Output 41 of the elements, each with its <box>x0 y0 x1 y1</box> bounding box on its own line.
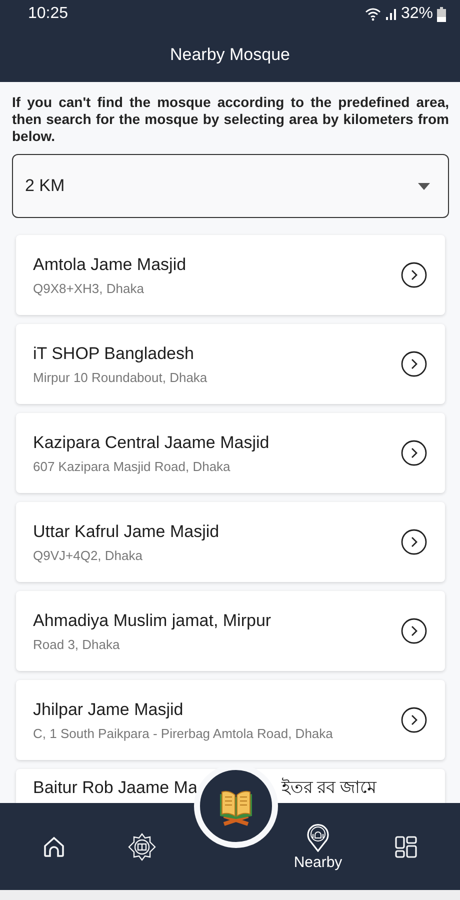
mosque-card[interactable]: iT SHOP Bangladesh Mirpur 10 Roundabout, Dhaka <box>16 324 445 404</box>
chevron-circle-icon <box>401 262 427 288</box>
signal-icon <box>384 8 397 20</box>
status-time: 10:25 <box>28 5 68 23</box>
chevron-circle-icon <box>401 529 427 555</box>
wifi-icon <box>364 8 381 20</box>
mosque-name-bengali: ইতর রব জামে <box>281 776 376 799</box>
mosque-name: Ahmadiya Muslim jamat, Mirpur <box>33 610 272 630</box>
mosque-name: Uttar Kafrul Jame Masjid <box>33 522 220 542</box>
mosque-card[interactable]: Ahmadiya Muslim jamat, Mirpur Road 3, Dhaka <box>16 591 445 671</box>
battery-icon <box>437 6 446 22</box>
mosque-pin-icon <box>306 822 330 852</box>
chevron-circle-icon <box>401 440 427 466</box>
chevron-circle-icon <box>401 618 427 644</box>
dashboard-icon <box>394 834 418 858</box>
mosque-address: Mirpur 10 Roundabout, Dhaka <box>33 370 208 384</box>
dropdown-value: 2 KM <box>25 176 65 196</box>
page-title: Nearby Mosque <box>170 45 290 65</box>
mosque-card[interactable]: Jhilpar Jame Masjid C, 1 South Paikpara - Pirerbag Amtola Road, Dhaka <box>16 680 445 760</box>
chevron-circle-icon <box>401 351 427 377</box>
instruction-text: If you can't find the mosque according to the predefined area, then search for the mosque by selecting area by kilometers from below. <box>12 94 449 145</box>
battery-percent: 32% <box>400 5 433 23</box>
nav-tab[interactable]: Nearby <box>283 818 353 875</box>
chevron-circle-icon <box>401 707 427 733</box>
mosque-address: Q9X8+XH3, Dhaka <box>33 280 145 296</box>
mosque-address: C, 1 South Paikpara - Pirerbag Amtola Road, Dhaka <box>33 726 333 740</box>
mosque-address: Q9VJ+4Q2, Dhaka <box>33 548 144 562</box>
mosque-name: Jhilpar Jame Masjid <box>33 700 184 720</box>
mosque-card[interactable]: Amtola Jame Masjid Q9X8+XH3, Dhaka <box>16 235 445 315</box>
caret-icon <box>418 182 430 190</box>
distance-dropdown[interactable]: 2 KM <box>12 154 449 218</box>
emblem-icon <box>128 832 156 860</box>
mosque-address: 607 Kazipara Masjid Road, Dhaka <box>33 458 232 474</box>
mosque-card[interactable]: Uttar Kafrul Jame Masjid Q9VJ+4Q2, Dhaka <box>16 502 445 582</box>
home-icon <box>42 834 66 858</box>
mosque-name: Baitur Rob Jaame Ma <box>33 777 198 799</box>
mosque-card[interactable]: Kazipara Central Jaame Masjid 607 Kazipara Masjid Road, Dhaka <box>16 413 445 493</box>
mosque-address: Road 3, Dhaka <box>33 636 121 652</box>
mosque-name: iT SHOP Bangladesh <box>33 344 195 364</box>
mosque-name: Amtola Jame Masjid <box>33 254 186 274</box>
mosque-name: Kazipara Central Jaame Masjid <box>33 432 270 452</box>
